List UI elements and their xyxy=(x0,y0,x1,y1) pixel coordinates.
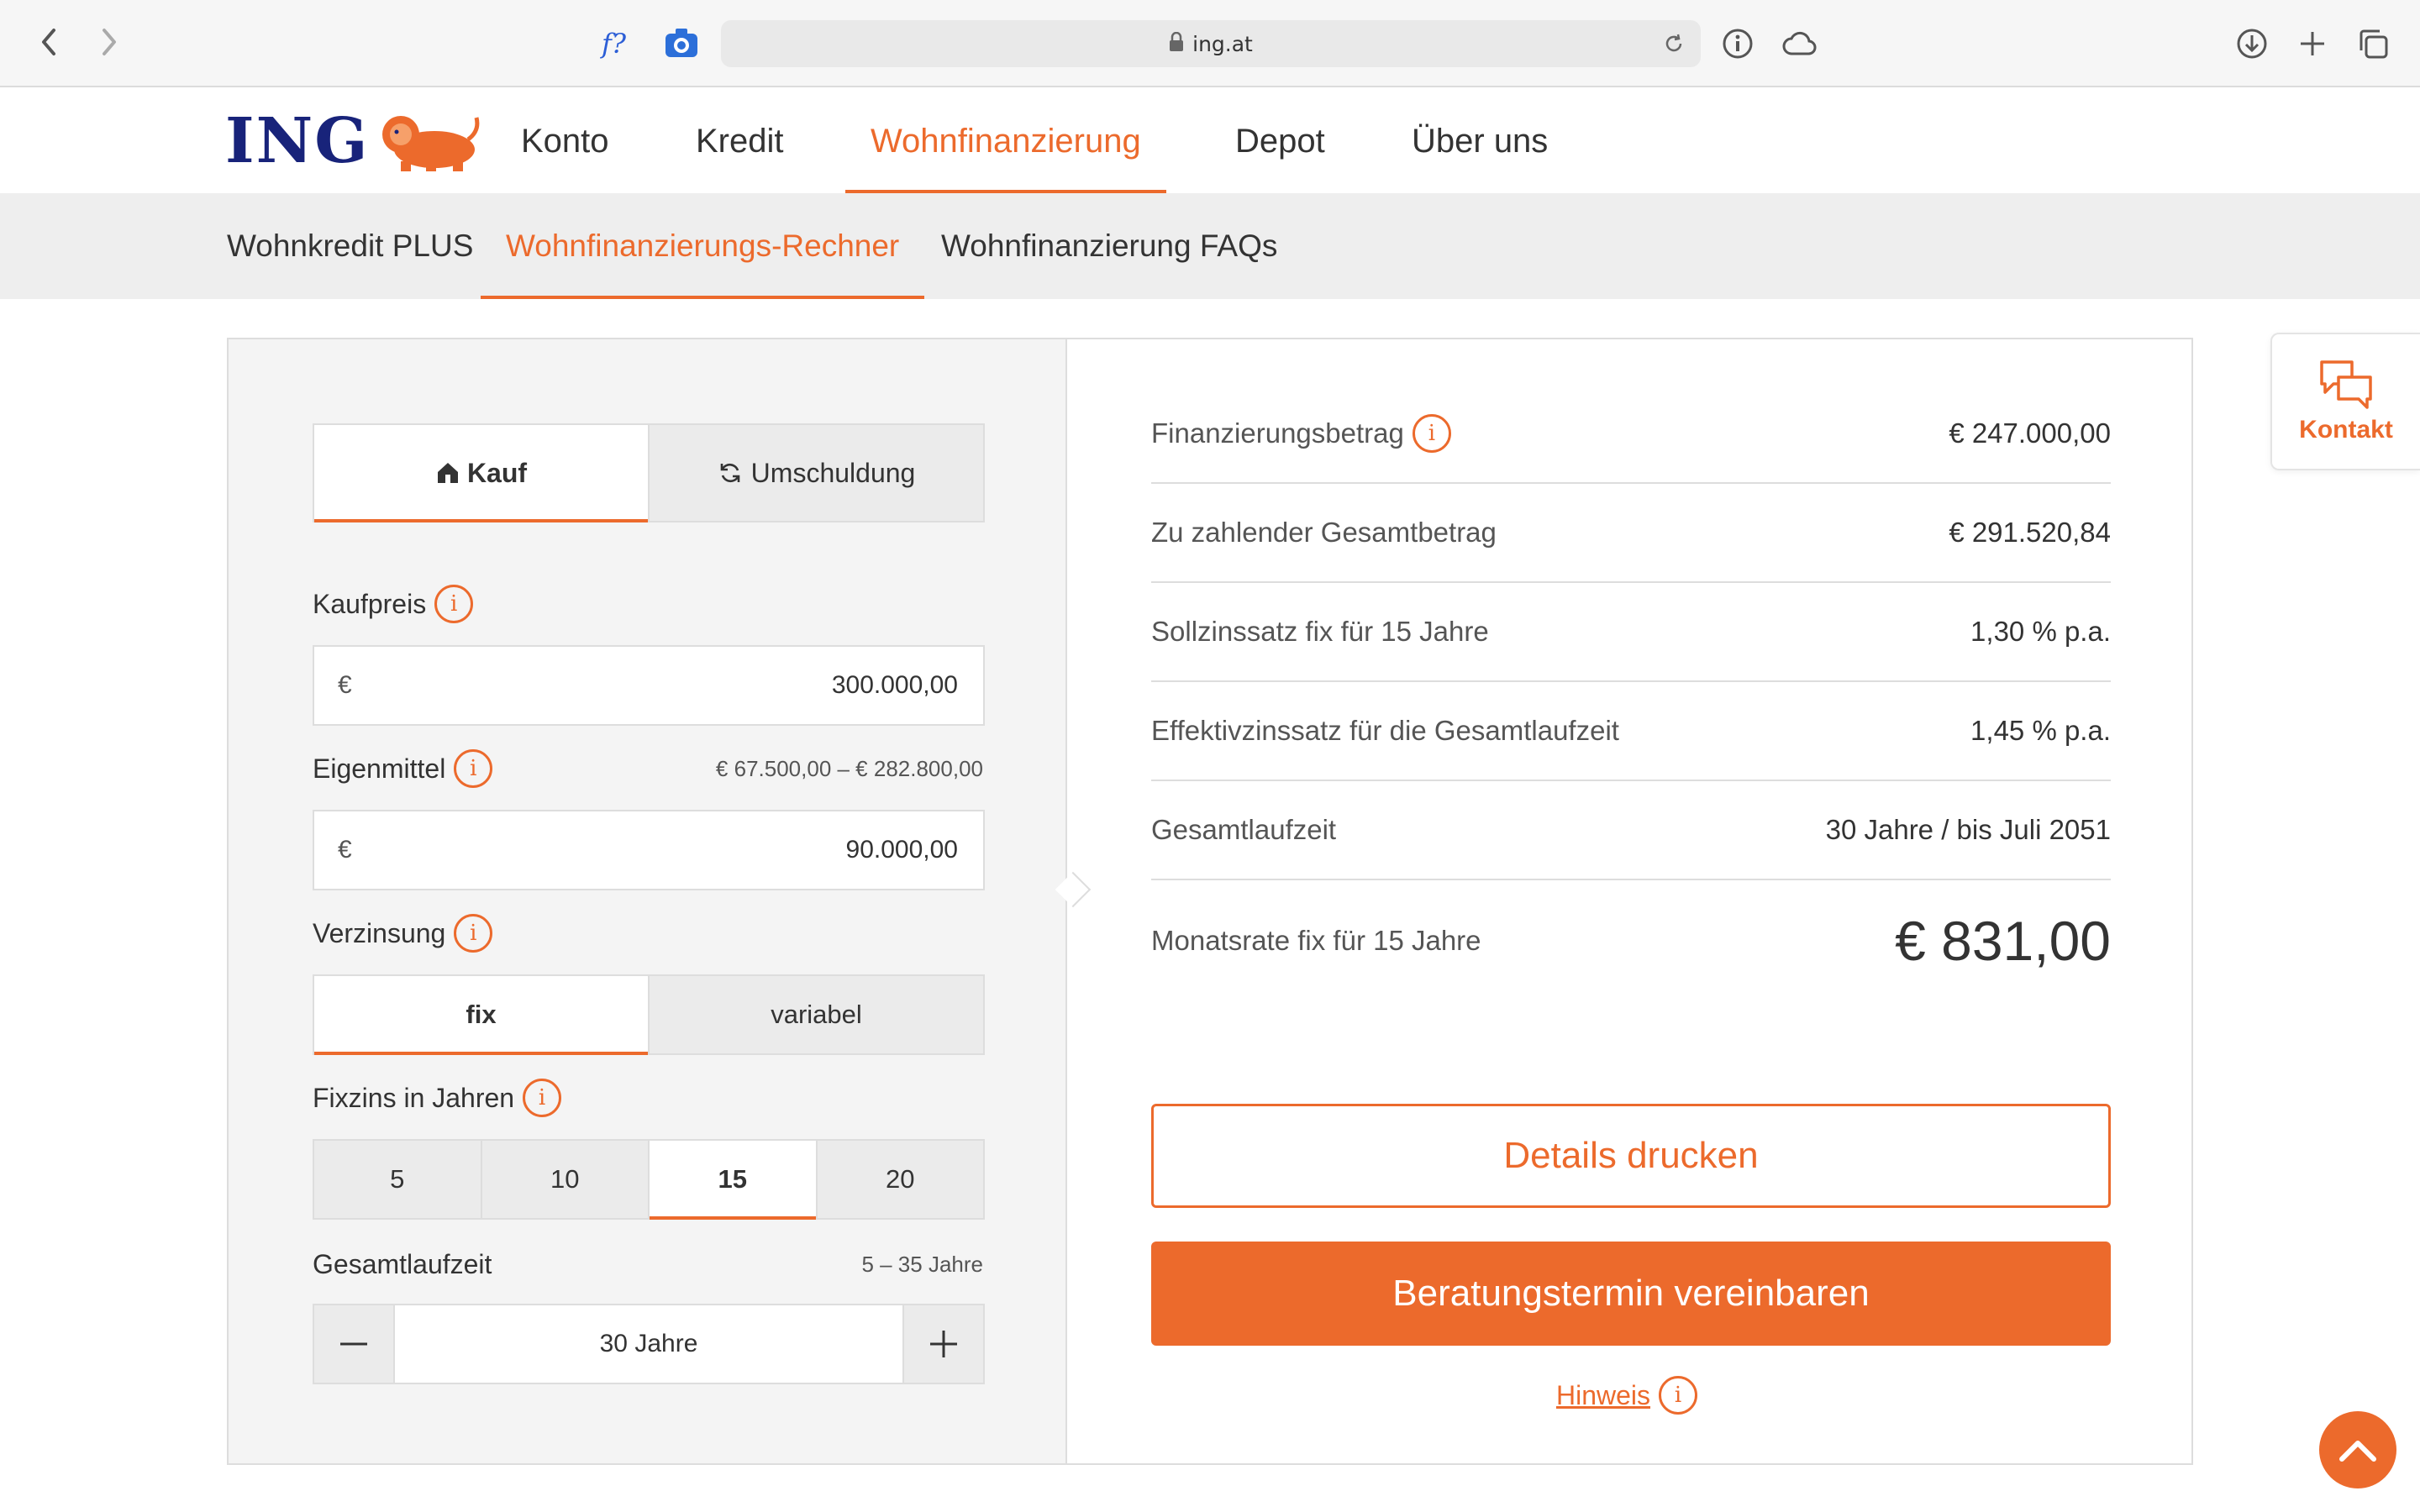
reload-icon[interactable] xyxy=(1662,32,1686,59)
nav-item-depot[interactable]: Depot xyxy=(1235,89,1325,193)
subnav-item-faqs[interactable]: Wohnfinanzierung FAQs xyxy=(941,193,1277,299)
cloud-icon[interactable] xyxy=(1781,29,1818,57)
download-icon[interactable] xyxy=(2235,27,2269,60)
verzinsung-option-fix[interactable]: fix xyxy=(314,976,648,1055)
calculator-card: Kauf Umschuldung Kaufpreis i € 300.000,0… xyxy=(227,338,2193,1465)
print-details-button[interactable]: Details drucken xyxy=(1151,1104,2111,1208)
result-row-finanzierungsbetrag: Finanzierungsbetrag i € 247.000,00 xyxy=(1151,385,2111,484)
browser-toolbar: f? ing.at xyxy=(0,0,2420,87)
finanzierungsbetrag-info-icon[interactable]: i xyxy=(1412,414,1451,453)
plus-icon xyxy=(927,1327,960,1361)
monthly-rate-value: € 831,00 xyxy=(1895,910,2111,972)
chevron-up-icon xyxy=(2337,1436,2379,1464)
house-icon xyxy=(435,460,460,486)
main-navigation: ING Konto Kredit Wohnfinanzierung Depot … xyxy=(0,89,2420,193)
back-icon[interactable] xyxy=(37,25,62,59)
url-text: ing.at xyxy=(1192,31,1253,56)
verzinsung-option-variabel[interactable]: variabel xyxy=(648,976,983,1053)
sub-navigation: Wohnkredit PLUS Wohnfinanzierungs-Rechne… xyxy=(0,193,2420,299)
ing-logo[interactable]: ING xyxy=(225,105,481,177)
chat-bubbles-icon xyxy=(2318,359,2374,409)
kaufpreis-label: Kaufpreis i xyxy=(313,583,474,625)
nav-item-kredit[interactable]: Kredit xyxy=(696,89,784,193)
info-icon[interactable] xyxy=(1721,27,1754,60)
tab-umschuldung[interactable]: Umschuldung xyxy=(648,425,983,521)
new-tab-icon[interactable] xyxy=(2296,27,2329,60)
result-row-monatsrate: Monatsrate fix für 15 Jahre € 831,00 xyxy=(1151,910,2111,972)
tab-kauf[interactable]: Kauf xyxy=(314,425,648,522)
fixzins-selector: 5 10 15 20 xyxy=(313,1139,985,1220)
camera-icon[interactable] xyxy=(664,27,699,59)
laufzeit-label: Gesamtlaufzeit xyxy=(313,1248,492,1279)
result-row-sollzinssatz: Sollzinssatz fix für 15 Jahre 1,30 % p.a… xyxy=(1151,583,2111,682)
book-appointment-button[interactable]: Beratungstermin vereinbaren xyxy=(1151,1242,2111,1346)
fixzins-option-15[interactable]: 15 xyxy=(648,1141,816,1220)
fixzins-info-icon[interactable]: i xyxy=(523,1079,562,1117)
laufzeit-stepper: 30 Jahre xyxy=(313,1304,985,1384)
laufzeit-value[interactable]: 30 Jahre xyxy=(393,1305,904,1383)
subnav-item-rechner[interactable]: Wohnfinanzierungs-Rechner xyxy=(480,193,925,299)
scroll-to-top-button[interactable] xyxy=(2319,1411,2396,1488)
address-bar[interactable]: ing.at xyxy=(721,20,1701,67)
eigenmittel-label: Eigenmittel i xyxy=(313,748,493,790)
fixzins-option-10[interactable]: 10 xyxy=(480,1141,649,1218)
tabs-overview-icon[interactable] xyxy=(2356,27,2390,60)
mode-toggle: Kauf Umschuldung xyxy=(313,423,985,522)
verzinsung-label: Verzinsung i xyxy=(313,912,493,954)
nav-item-ueber-uns[interactable]: Über uns xyxy=(1412,89,1548,193)
kaufpreis-info-icon[interactable]: i xyxy=(434,585,474,623)
eigenmittel-range: € 67.500,00 – € 282.800,00 xyxy=(715,756,983,781)
lion-icon xyxy=(376,106,481,176)
forward-icon[interactable] xyxy=(96,25,121,59)
hinweis-info-icon: i xyxy=(1659,1376,1698,1415)
nav-item-wohnfinanzierung[interactable]: Wohnfinanzierung xyxy=(845,89,1166,193)
kaufpreis-input[interactable]: € 300.000,00 xyxy=(313,645,985,726)
formula-extension-icon[interactable]: f? xyxy=(602,24,626,64)
verzinsung-info-icon[interactable]: i xyxy=(454,914,493,953)
result-row-gesamtlaufzeit: Gesamtlaufzeit 30 Jahre / bis Juli 2051 xyxy=(1151,781,2111,880)
laufzeit-range: 5 – 35 Jahre xyxy=(861,1252,983,1277)
laufzeit-increment-button[interactable] xyxy=(904,1305,983,1383)
fixzins-option-20[interactable]: 20 xyxy=(815,1141,984,1218)
eigenmittel-info-icon[interactable]: i xyxy=(454,749,493,788)
eigenmittel-input[interactable]: € 90.000,00 xyxy=(313,810,985,890)
kontakt-button[interactable]: Kontakt xyxy=(2270,333,2420,470)
minus-icon xyxy=(337,1327,371,1361)
fixzins-label: Fixzins in Jahren i xyxy=(313,1077,562,1119)
lock-icon xyxy=(1169,31,1184,55)
result-row-gesamtbetrag: Zu zahlender Gesamtbetrag € 291.520,84 xyxy=(1151,484,2111,583)
fixzins-option-5[interactable]: 5 xyxy=(314,1141,481,1218)
subnav-item-wohnkredit-plus[interactable]: Wohnkredit PLUS xyxy=(227,193,473,299)
result-row-effektivzinssatz: Effektivzinssatz für die Gesamtlaufzeit … xyxy=(1151,682,2111,781)
nav-item-konto[interactable]: Konto xyxy=(521,89,609,193)
verzinsung-toggle: fix variabel xyxy=(313,974,985,1055)
laufzeit-decrement-button[interactable] xyxy=(314,1305,393,1383)
hinweis-link[interactable]: Hinweis i xyxy=(1556,1376,1698,1415)
refresh-icon xyxy=(718,460,743,486)
calculator-inputs-panel: Kauf Umschuldung Kaufpreis i € 300.000,0… xyxy=(229,339,1067,1463)
